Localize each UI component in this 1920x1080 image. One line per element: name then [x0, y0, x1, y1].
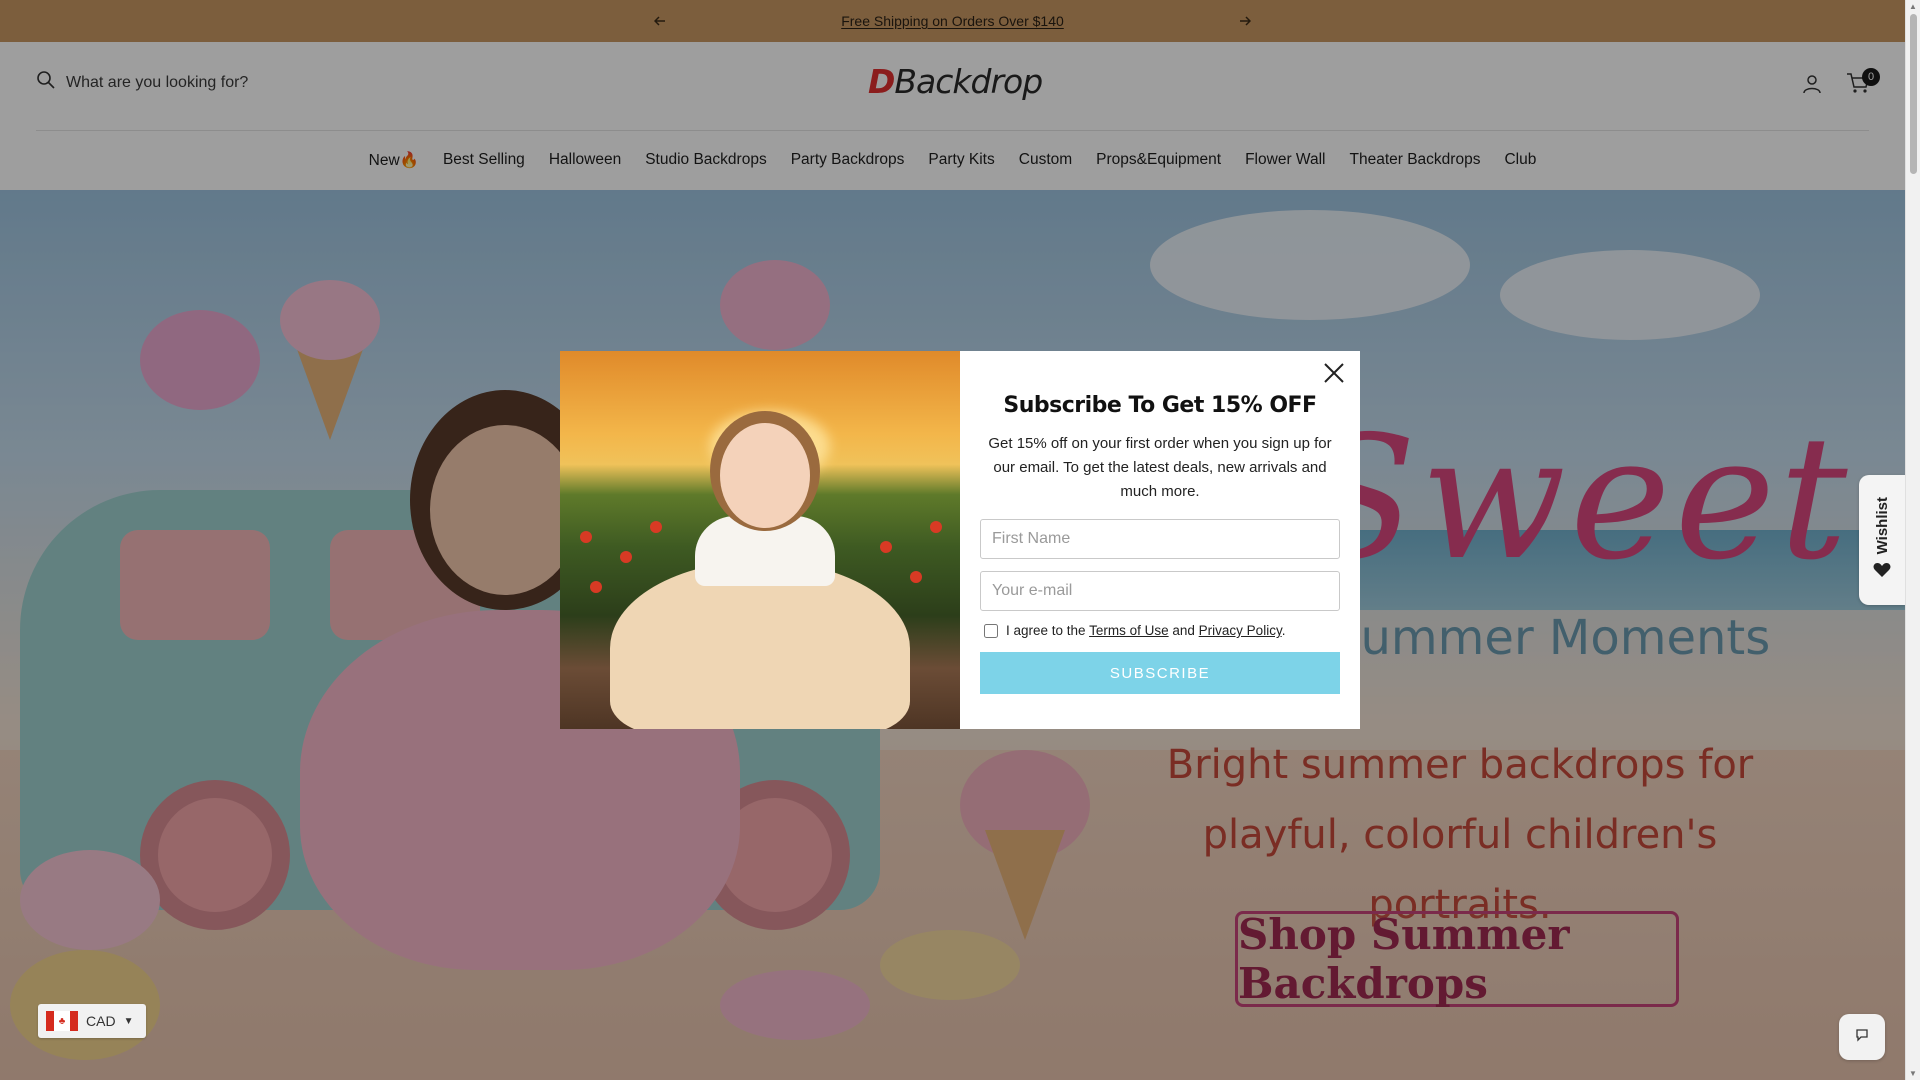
wishlist-label: Wishlist — [1873, 496, 1891, 555]
chat-button[interactable] — [1839, 1014, 1885, 1060]
subscribe-form: Subscribe To Get 15% OFF Get 15% off on … — [960, 351, 1360, 729]
close-icon[interactable] — [1320, 359, 1348, 387]
agree-terms: I agree to the Terms of Use and Privacy … — [980, 623, 1340, 638]
modal-title: Subscribe To Get 15% OFF — [1003, 393, 1317, 418]
email-field[interactable] — [980, 571, 1340, 611]
first-name-field[interactable] — [980, 519, 1340, 559]
promo-poppy — [930, 521, 942, 533]
promo-poppy — [620, 551, 632, 563]
scrollbar-thumb[interactable] — [1910, 14, 1917, 174]
chat-icon — [1855, 1028, 1869, 1047]
promo-poppy — [910, 571, 922, 583]
agree-prefix: I agree to the — [1006, 623, 1086, 638]
subscribe-button[interactable]: SUBSCRIBE — [980, 652, 1340, 694]
terms-of-use-link[interactable]: Terms of Use — [1089, 623, 1169, 638]
wishlist-tab[interactable]: Wishlist — [1859, 475, 1905, 605]
heart-icon — [1873, 562, 1891, 583]
currency-selector[interactable]: ♣ CAD ▼ — [38, 1004, 146, 1038]
agree-period: . — [1281, 623, 1286, 638]
caret-down-icon: ▼ — [123, 1015, 134, 1027]
promo-poppy — [580, 531, 592, 543]
agree-checkbox[interactable] — [984, 623, 998, 638]
scroll-down-icon[interactable]: ▼ — [1909, 1069, 1917, 1078]
modal-promo-image — [560, 351, 960, 729]
page-scrollbar[interactable]: ▲ ▼ — [1905, 0, 1920, 1080]
canada-flag-icon: ♣ — [46, 1011, 78, 1031]
agree-and: and — [1172, 623, 1195, 638]
promo-child-image — [720, 423, 810, 528]
subscribe-modal: Subscribe To Get 15% OFF Get 15% off on … — [560, 351, 1360, 729]
promo-poppy — [880, 541, 892, 553]
currency-code: CAD — [86, 1013, 116, 1029]
privacy-policy-link[interactable]: Privacy Policy — [1199, 623, 1282, 638]
scroll-up-icon[interactable]: ▲ — [1909, 2, 1917, 11]
promo-poppy — [590, 581, 602, 593]
promo-poppy — [650, 521, 662, 533]
modal-description: Get 15% off on your first order when you… — [988, 435, 1332, 500]
promo-child-image — [610, 561, 910, 729]
